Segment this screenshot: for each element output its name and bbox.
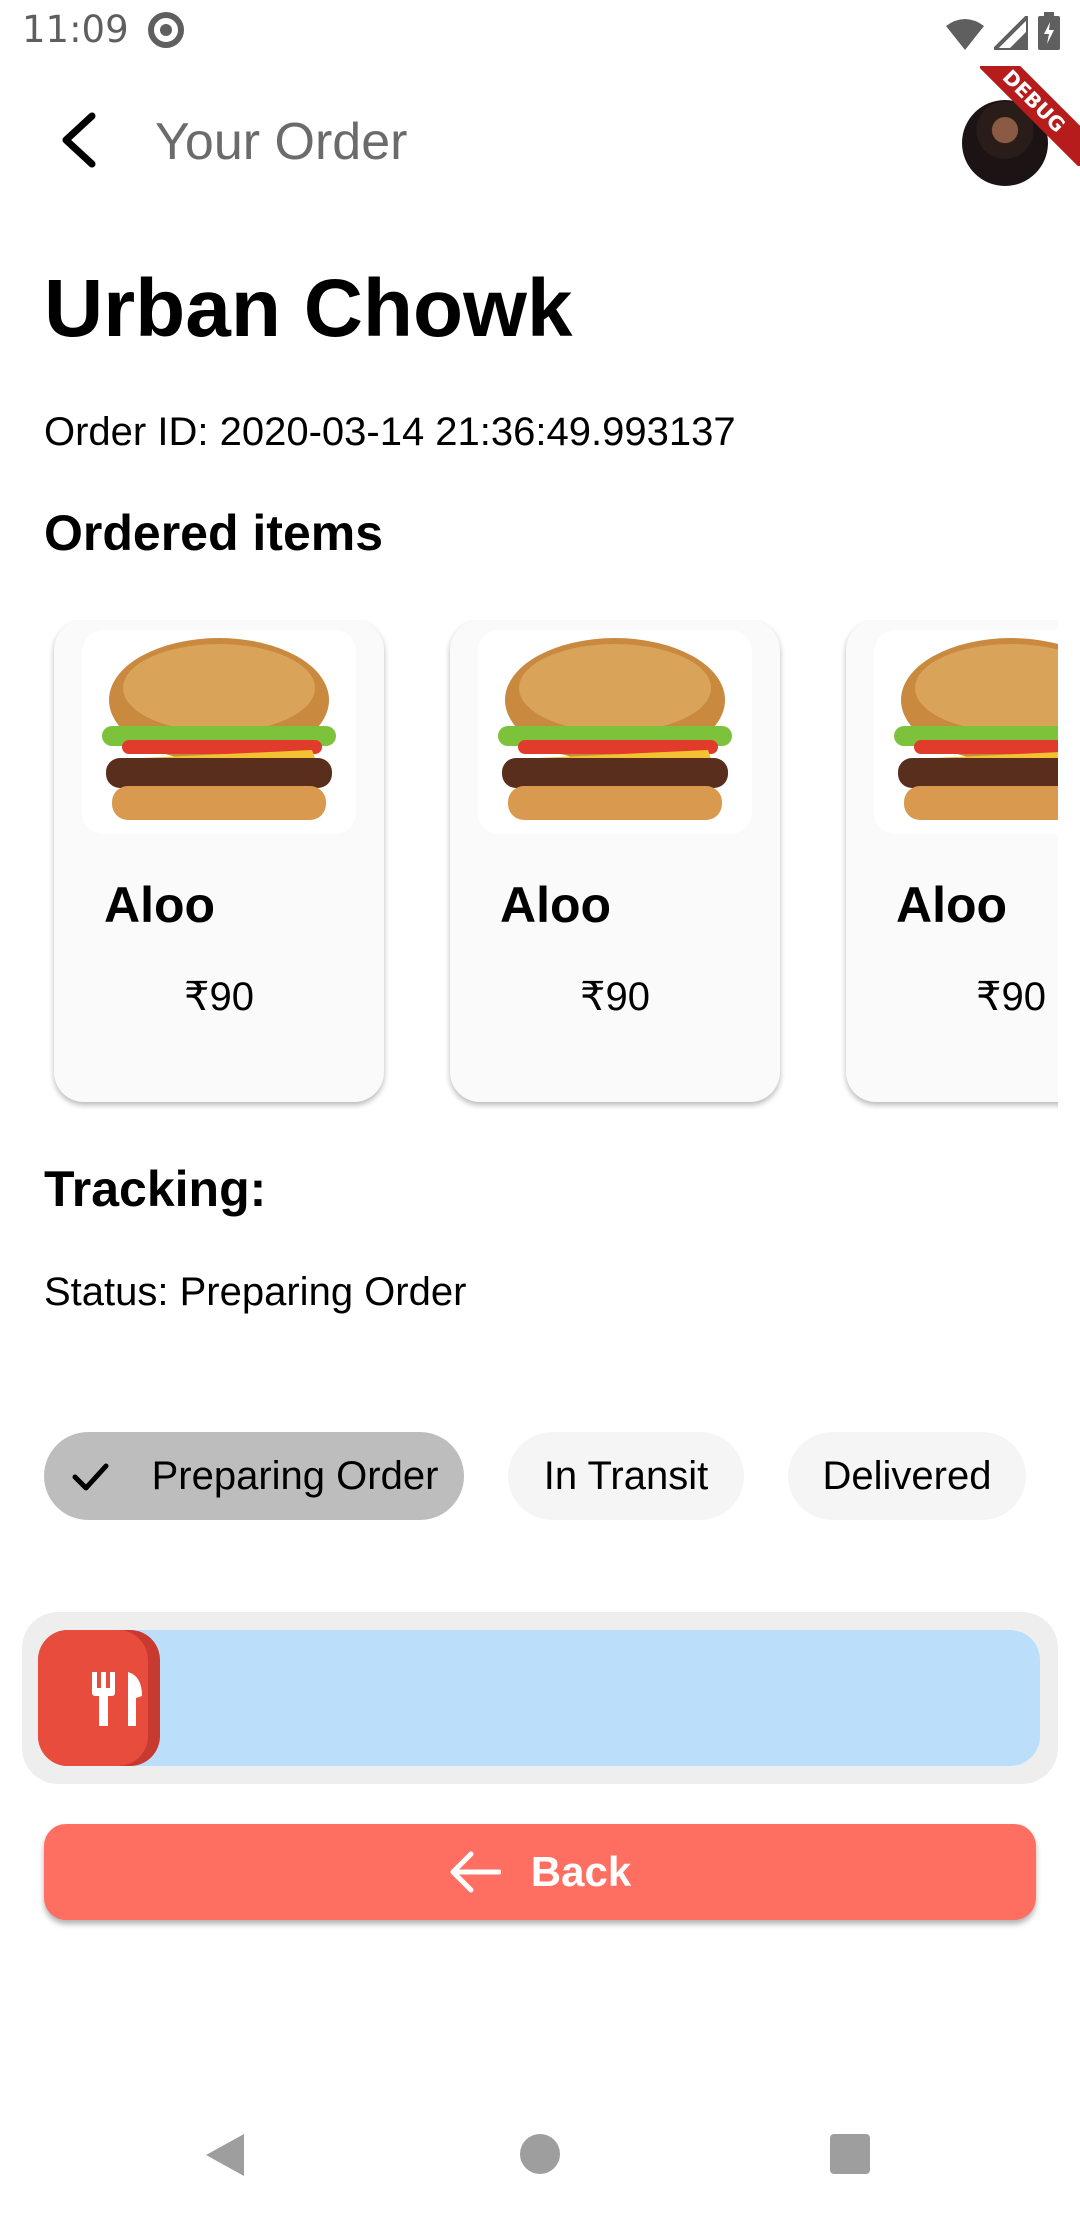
nav-back-icon[interactable] [204,2132,246,2178]
chip-label: Preparing Order [151,1453,439,1498]
item-name: Aloo [500,877,612,933]
nav-recents-icon[interactable] [830,2134,870,2174]
tracking-heading: Tracking: [44,1161,267,1217]
chip-delivered[interactable]: Delivered [788,1432,1026,1520]
chip-label: In Transit [543,1453,709,1498]
chip-label: Delivered [822,1453,992,1498]
item-name: Aloo [104,877,216,933]
debug-banner: DEBUG [980,66,1080,166]
item-price: ₹90 [976,975,1046,1019]
burger-image [478,630,752,834]
page-title: Your Order [155,113,408,171]
order-id: Order ID: 2020-03-14 21:36:49.993137 [44,410,736,454]
back-arrow-icon[interactable] [54,110,104,170]
chip-preparing-order[interactable]: Preparing Order [44,1432,464,1520]
item-card[interactable]: Aloo ₹90 [54,620,384,1102]
battery-icon [1038,12,1060,50]
system-nav-bar [0,2100,1080,2220]
wifi-icon [946,19,984,50]
arrow-back-icon [450,1851,501,1893]
ordered-items-heading: Ordered items [44,505,384,561]
notification-icon [148,12,184,48]
debug-banner-label: DEBUG [980,66,1080,166]
signal-icon [994,16,1028,50]
restaurant-icon [92,1672,142,1726]
restaurant-name: Urban Chowk [44,263,573,354]
progress-track[interactable] [38,1630,1040,1766]
status-bar: 11:09 [0,0,1080,66]
item-price: ₹90 [580,975,650,1019]
burger-image [874,630,1058,834]
app-bar: Your Order [0,66,1080,226]
status-text: Status: Preparing Order [44,1270,467,1314]
status-icons [946,12,1060,50]
item-name: Aloo [896,877,1008,933]
back-button[interactable]: Back [44,1824,1036,1920]
chip-in-transit[interactable]: In Transit [508,1432,744,1520]
item-card[interactable]: Aloo ₹90 [450,620,780,1102]
ordered-items-list[interactable]: Aloo ₹90 Aloo ₹90 Aloo ₹90 [0,620,1058,1110]
burger-image [82,630,356,834]
item-card[interactable]: Aloo ₹90 [846,620,1058,1102]
item-price: ₹90 [184,975,254,1019]
back-button-label: Back [530,1848,632,1895]
nav-home-icon[interactable] [520,2134,560,2174]
check-icon [72,1463,109,1491]
status-time: 11:09 [22,8,129,51]
